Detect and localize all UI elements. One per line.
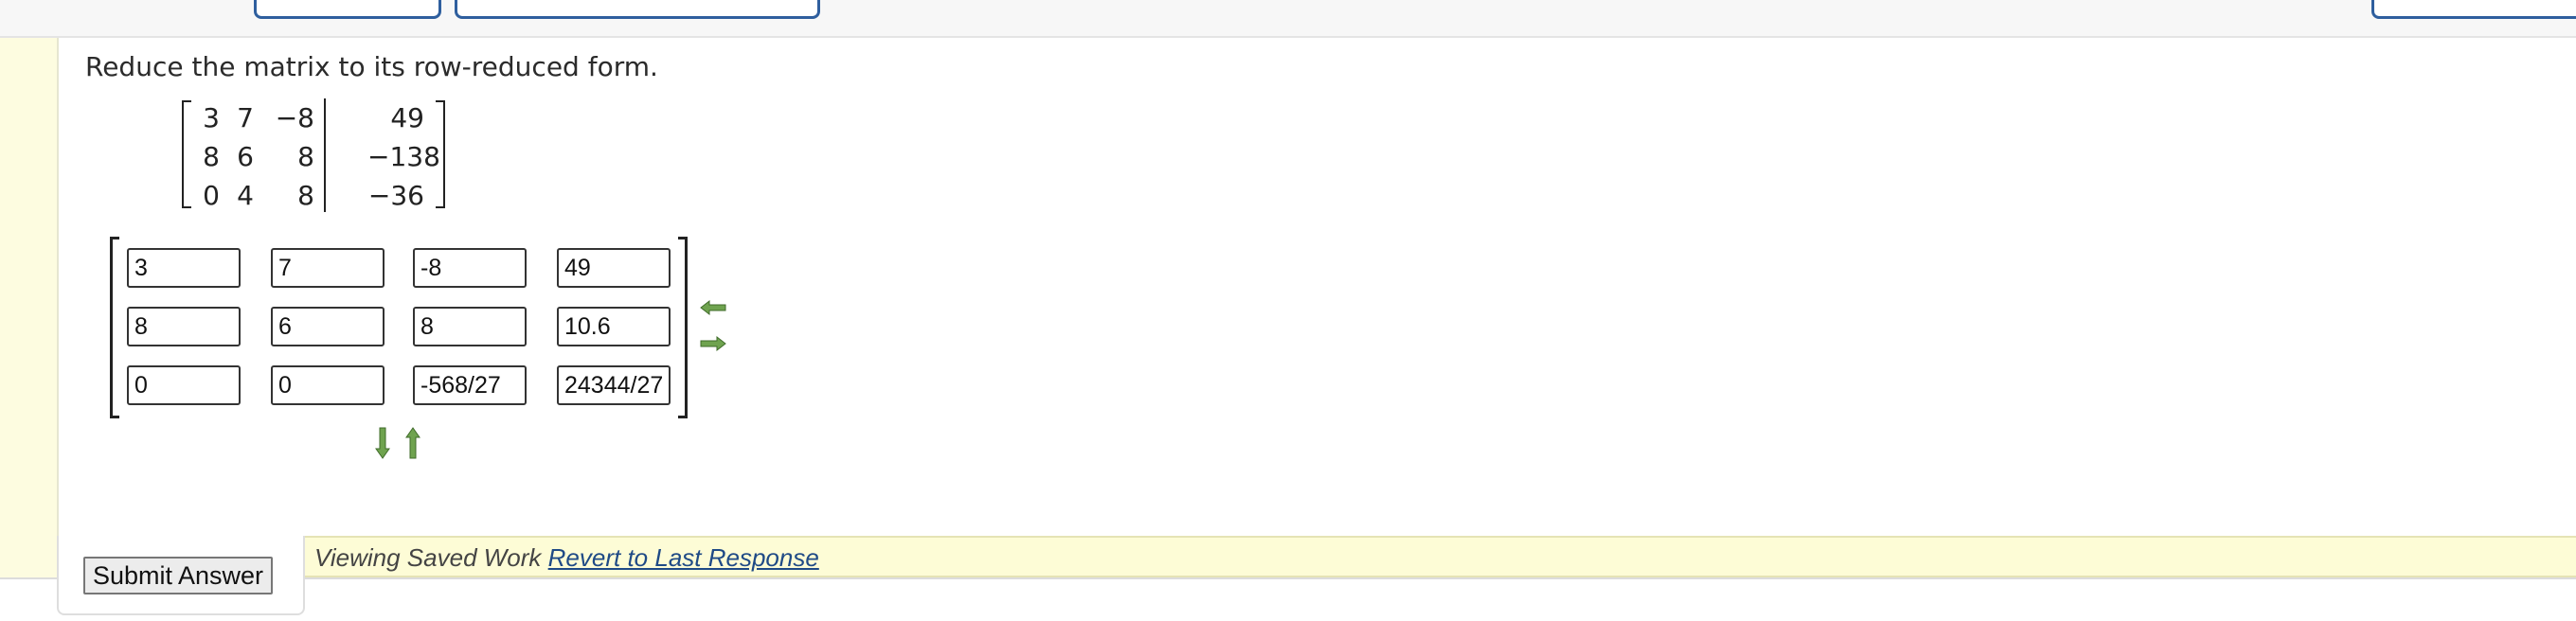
matrix-cell: 7 [237, 102, 254, 133]
row-arrows-svg [700, 299, 726, 352]
submit-answer-button[interactable]: Submit Answer [83, 557, 273, 594]
toolbar-button-3[interactable] [2371, 0, 2576, 19]
top-toolbar [0, 0, 2576, 38]
toolbar-button-1[interactable] [254, 0, 441, 19]
matrix-input[interactable] [271, 307, 385, 346]
toolbar-button-2[interactable] [455, 0, 820, 19]
matrix-cell: −8 [275, 102, 314, 133]
matrix-cell: 6 [237, 141, 254, 172]
saved-work-bar: Viewing Saved Work Revert to Last Respon… [301, 536, 2576, 577]
matrix-cell: 8 [297, 141, 314, 172]
right-arrow-icon[interactable] [700, 335, 726, 352]
matrix-input[interactable] [413, 307, 527, 346]
revert-link[interactable]: Revert to Last Response [548, 543, 819, 572]
answer-matrix [110, 237, 688, 418]
divider [0, 577, 2576, 579]
column-arrows-svg [375, 427, 420, 459]
matrix-input[interactable] [127, 365, 241, 405]
matrix-input[interactable] [127, 307, 241, 346]
matrix-input[interactable] [413, 365, 527, 405]
matrix-cell: 4 [237, 180, 254, 211]
question-prompt: Reduce the matrix to its row-reduced for… [85, 51, 658, 82]
saved-status: Viewing Saved Work Revert to Last Respon… [314, 543, 819, 573]
matrix-input[interactable] [127, 248, 241, 288]
matrix-input[interactable] [557, 307, 671, 346]
saved-status-text: Viewing Saved Work [314, 543, 542, 572]
matrix-cell: −138 [367, 141, 440, 172]
row-arrows [699, 297, 727, 354]
matrix-cell: −36 [367, 180, 424, 211]
left-arrow-icon[interactable] [700, 299, 726, 316]
augment-separator [324, 98, 326, 212]
up-arrow-icon[interactable] [405, 427, 420, 459]
down-arrow-icon[interactable] [375, 427, 390, 459]
left-bracket [110, 237, 119, 418]
matrix-input[interactable] [271, 365, 385, 405]
matrix-input[interactable] [271, 248, 385, 288]
given-matrix: 3 7 −8 49 8 6 8 −138 0 4 8 −36 [182, 97, 445, 214]
matrix-input[interactable] [413, 248, 527, 288]
left-margin-strip [0, 38, 59, 577]
matrix-cell: 8 [297, 180, 314, 211]
matrix-input[interactable] [557, 365, 671, 405]
matrix-input[interactable] [557, 248, 671, 288]
column-arrows [371, 426, 428, 460]
right-bracket [678, 237, 688, 418]
matrix-cell: 49 [390, 102, 424, 133]
